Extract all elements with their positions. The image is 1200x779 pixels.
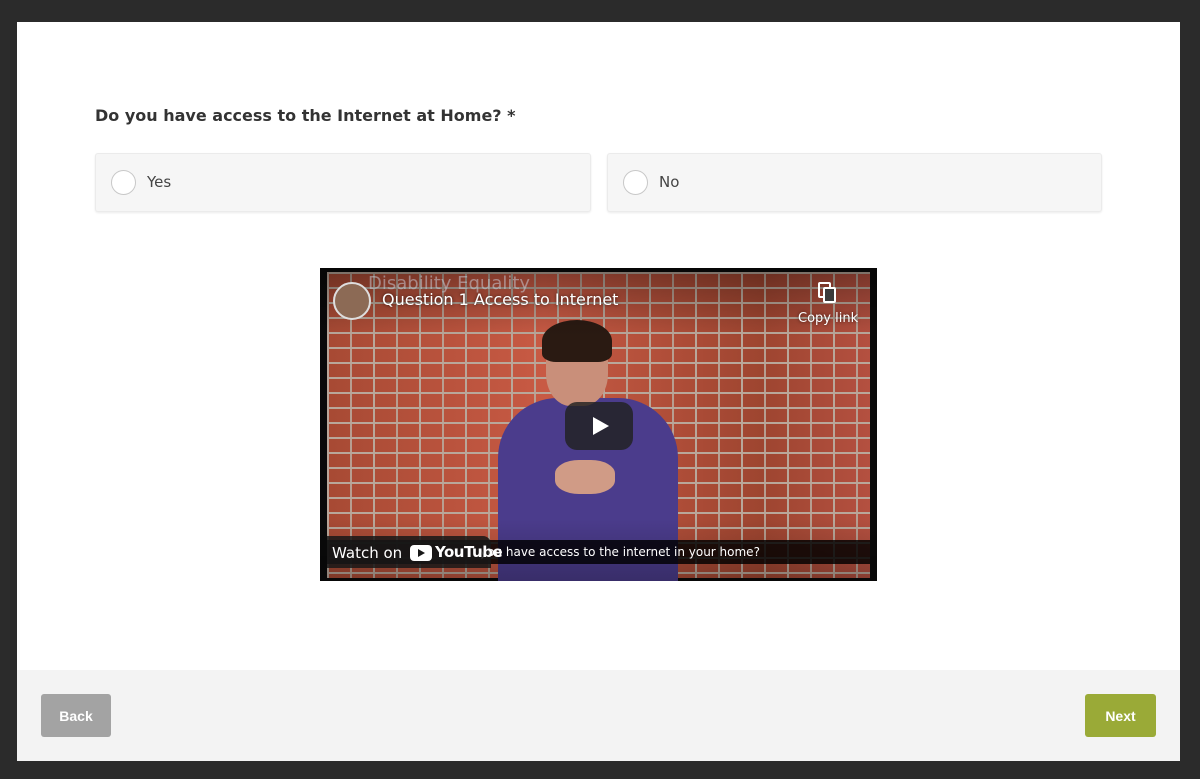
video-embed[interactable]: Disability Equality Question 1 Access to… — [320, 268, 877, 581]
no-radio-button[interactable] — [623, 170, 648, 195]
channel-avatar[interactable] — [333, 282, 371, 320]
caption-text: you have access to the internet in your … — [480, 545, 760, 559]
video-title[interactable]: Question 1 Access to Internet — [382, 290, 618, 309]
play-icon — [593, 417, 609, 435]
play-button[interactable] — [565, 402, 633, 450]
copy-link-icon[interactable] — [818, 282, 838, 304]
option-no-label: No — [659, 173, 680, 191]
watch-on-label: Watch on — [332, 544, 403, 562]
watch-on-youtube-button[interactable]: Watch on YouTube — [327, 536, 503, 568]
next-button[interactable]: Next — [1085, 694, 1156, 737]
navigation-footer: Back Next — [17, 670, 1180, 761]
yes-radio-button[interactable] — [111, 170, 136, 195]
survey-card: Do you have access to the Internet at Ho… — [17, 22, 1180, 761]
copy-link-label[interactable]: Copy link — [798, 311, 858, 326]
option-yes-label: Yes — [147, 173, 172, 191]
option-yes[interactable]: Yes — [95, 153, 591, 212]
option-no[interactable]: No — [607, 153, 1102, 212]
youtube-play-icon — [410, 545, 432, 561]
back-button[interactable]: Back — [41, 694, 111, 737]
youtube-wordmark: YouTube — [435, 543, 503, 561]
question-label: Do you have access to the Internet at Ho… — [95, 106, 516, 125]
